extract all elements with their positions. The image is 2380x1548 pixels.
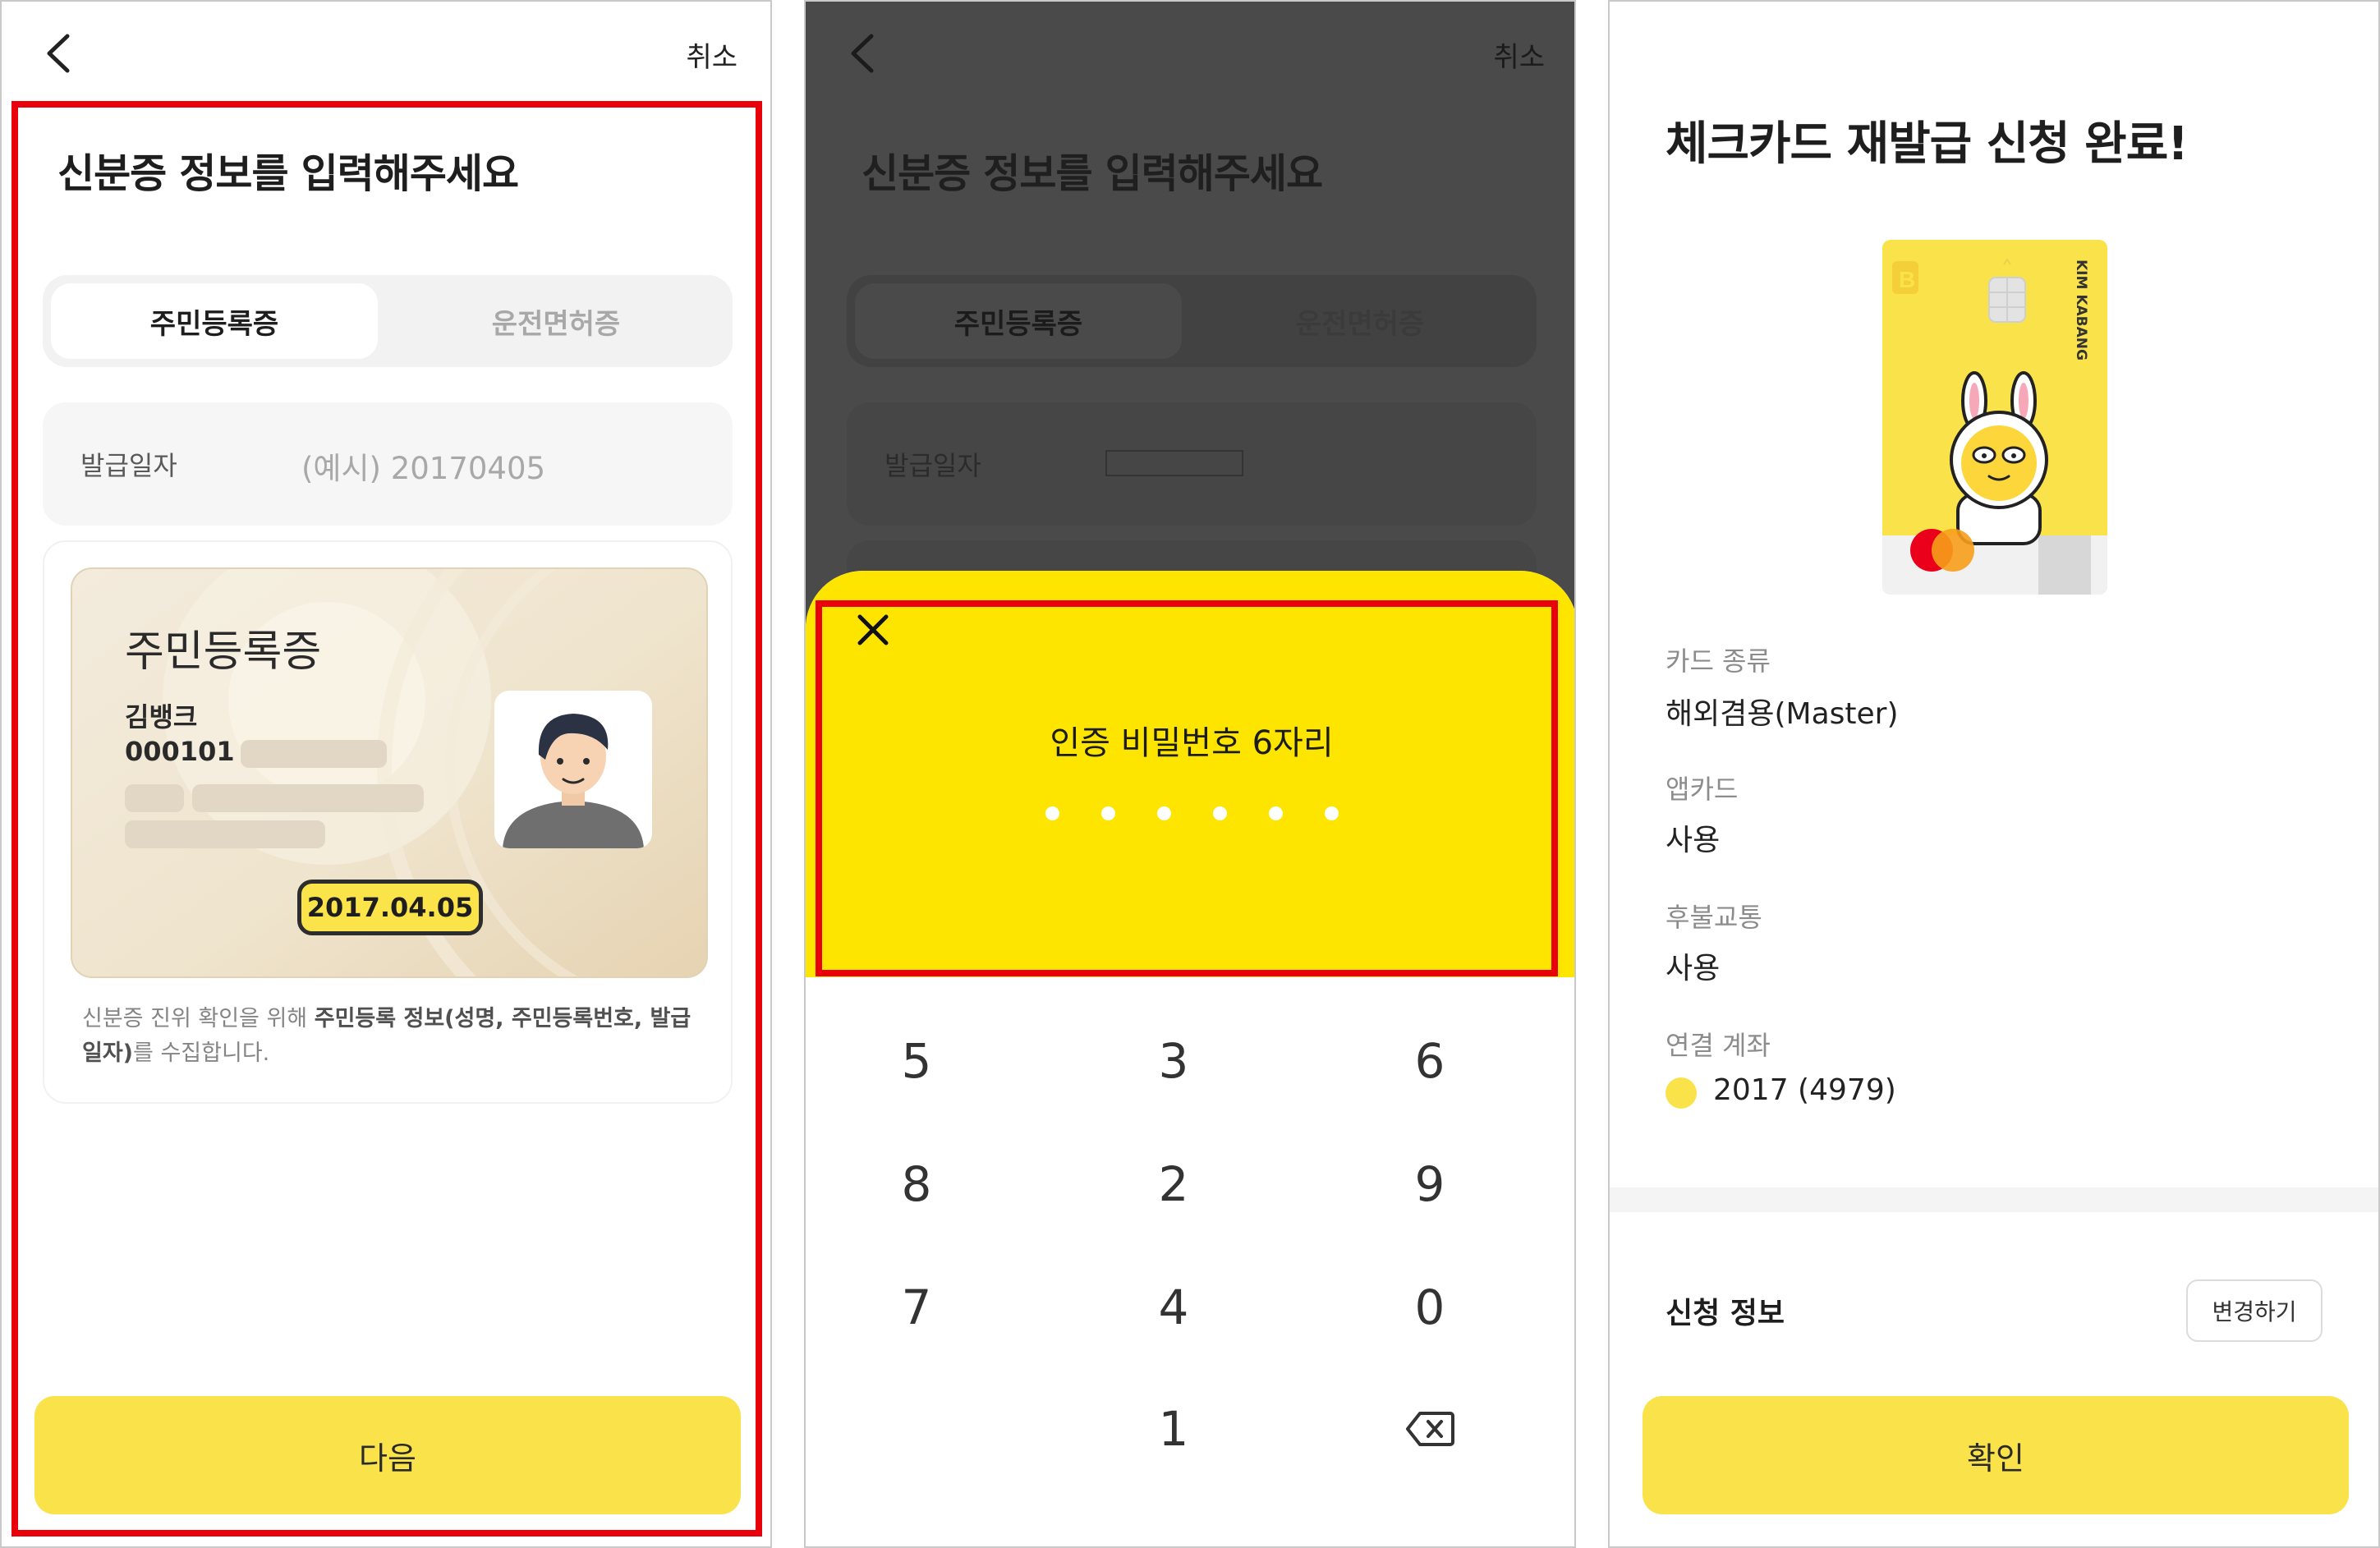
redacted-bar xyxy=(125,784,184,812)
confirm-button[interactable]: 확인 xyxy=(1643,1396,2349,1514)
issue-date-field: 발급일자 xyxy=(847,402,1537,526)
avatar xyxy=(494,691,652,848)
close-icon[interactable] xyxy=(855,612,891,648)
linked-account-label: 연결 계좌 xyxy=(1666,1030,1771,1061)
issue-date-badge: 2017.04.05 xyxy=(297,880,483,935)
tab-resident-card[interactable]: 주민등록증 xyxy=(51,283,378,359)
keypad-key[interactable]: 0 xyxy=(1348,1262,1512,1353)
pin-dot xyxy=(1212,806,1227,820)
issue-date-placeholder[interactable]: (예시) 20170405 xyxy=(301,443,545,488)
page-title: 신분증 정보를 입력해주세요 xyxy=(861,150,1323,197)
issue-date-label: 발급일자 xyxy=(884,450,981,481)
postpaid-transit-value: 사용 xyxy=(1666,952,1721,985)
keypad-key[interactable]: 1 xyxy=(1091,1384,1256,1474)
cancel-link[interactable]: 취소 xyxy=(686,34,737,75)
pin-dot xyxy=(1100,806,1115,820)
id-card-sample: 주민등록증 김뱅크 000101 - 2017.04.05 xyxy=(71,567,708,978)
keypad-key[interactable]: 5 xyxy=(834,1016,999,1106)
back-icon xyxy=(851,34,874,73)
postpaid-transit-label: 후불교통 xyxy=(1666,902,1762,933)
id-type-tabs: 주민등록증 운전면허증 xyxy=(43,275,733,367)
change-button[interactable]: 변경하기 xyxy=(2186,1279,2323,1342)
app-card-label: 앱카드 xyxy=(1666,774,1739,805)
app-card-value: 사용 xyxy=(1666,824,1721,857)
cancel-link: 취소 xyxy=(1493,41,1545,74)
id-type-tabs: 주민등록증 운전면허증 xyxy=(847,275,1537,367)
keypad-key[interactable]: 8 xyxy=(834,1139,999,1229)
pin-indicator xyxy=(806,806,1574,820)
card-holder-name: 김뱅크 xyxy=(125,701,198,733)
pin-sheet-header xyxy=(806,571,1574,977)
card-number-prefix: 000101 - xyxy=(125,736,255,767)
id-input-screen: 취소 신분증 정보를 입력해주세요 주민등록증 운전면허증 발급일자 (예시) … xyxy=(0,0,772,1548)
issue-date-input xyxy=(1105,450,1243,476)
tab-resident-card: 주민등록증 xyxy=(855,283,1182,359)
account-color-dot xyxy=(1666,1077,1697,1109)
id-card-guide: 주민등록증 김뱅크 000101 - 2017.04.05 신분증 진위 확인을… xyxy=(43,540,733,1104)
redacted-bar xyxy=(125,820,325,848)
application-info-title: 신청 정보 xyxy=(1666,1297,1785,1330)
reissue-complete-screen: 체크카드 재발급 신청 완료! B KIM KABANG 카드 종류 해외겸용(… xyxy=(1608,0,2380,1548)
check-card-image: B KIM KABANG xyxy=(1882,240,2107,595)
pin-dot xyxy=(1324,806,1339,820)
card-title: 주민등록증 xyxy=(125,627,322,677)
issue-date-label: 발급일자 xyxy=(80,450,177,481)
card-type-value: 해외겸용(Master) xyxy=(1666,697,1899,731)
keypad-key[interactable]: 4 xyxy=(1091,1262,1256,1353)
back-icon[interactable] xyxy=(43,33,76,74)
pin-title: 인증 비밀번호 6자리 xyxy=(1050,724,1334,762)
page-title: 체크카드 재발급 신청 완료! xyxy=(1666,117,2189,171)
linked-account-value: 2017 (4979) xyxy=(1713,1073,1896,1107)
pin-dot xyxy=(1156,806,1171,820)
pin-dot xyxy=(1045,806,1059,820)
keypad-key[interactable]: 2 xyxy=(1091,1139,1256,1229)
section-divider xyxy=(1610,1187,2378,1212)
tab-driver-license[interactable]: 운전면허증 xyxy=(388,283,724,359)
card-type-label: 카드 종류 xyxy=(1666,645,1771,677)
redacted-bar xyxy=(241,740,387,768)
tab-driver-license: 운전면허증 xyxy=(1295,307,1425,341)
pin-entry-screen: 취소 신분증 정보를 입력해주세요 주민등록증 운전면허증 발급일자 인증 비밀… xyxy=(804,0,1576,1548)
keypad-key[interactable]: 3 xyxy=(1091,1016,1256,1106)
next-button[interactable]: 다음 xyxy=(34,1396,741,1514)
issue-date-field[interactable]: 발급일자 (예시) 20170405 xyxy=(43,402,733,526)
page-title: 신분증 정보를 입력해주세요 xyxy=(57,150,519,197)
svg-text:B: B xyxy=(1899,267,1915,292)
redacted-bar xyxy=(192,784,424,812)
keypad-key[interactable]: 6 xyxy=(1348,1016,1512,1106)
card-holder-name: KIM KABANG xyxy=(2073,260,2089,361)
privacy-notice: 신분증 진위 확인을 위해 주민등록 정보(성명, 주민등록번호, 발급일자)를… xyxy=(82,1006,691,1066)
keypad-key[interactable]: 7 xyxy=(834,1262,999,1353)
backspace-key[interactable] xyxy=(1348,1384,1512,1474)
pin-dot xyxy=(1268,806,1283,820)
backspace-icon xyxy=(1406,1412,1454,1446)
keypad-key[interactable]: 9 xyxy=(1348,1139,1512,1229)
person-icon xyxy=(503,714,644,848)
